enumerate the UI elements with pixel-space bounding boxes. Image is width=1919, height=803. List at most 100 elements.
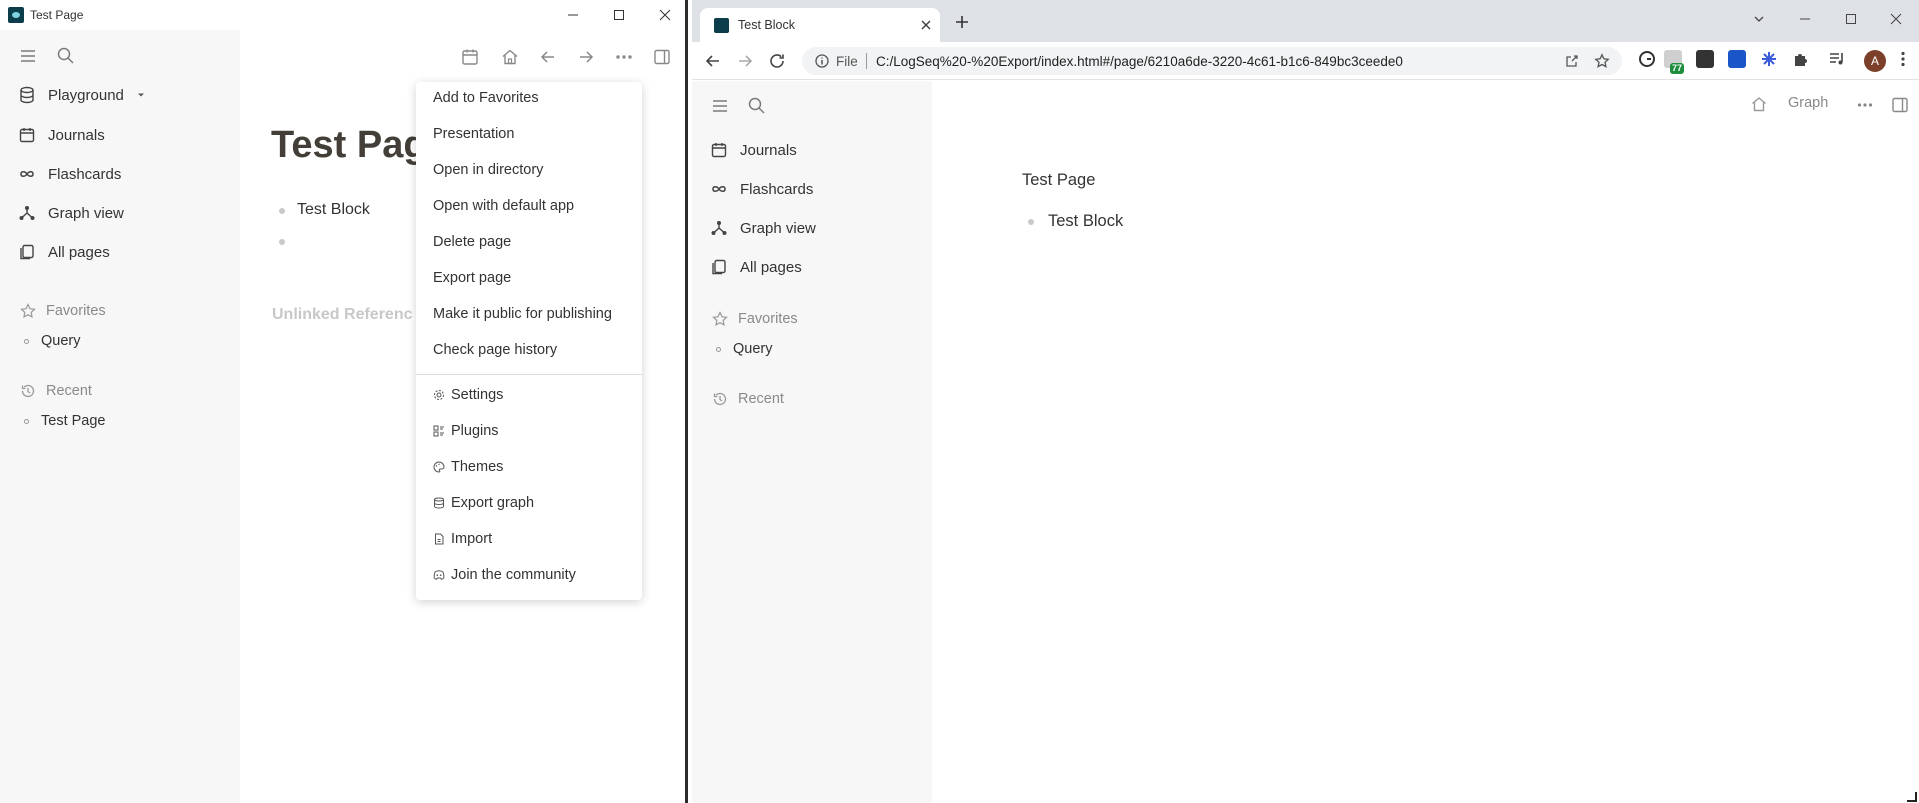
recent-header[interactable]: Recent: [712, 391, 784, 407]
profile-avatar[interactable]: A: [1864, 50, 1886, 72]
pages-icon: [712, 259, 726, 275]
sidebar-item-all-pages[interactable]: All pages: [710, 258, 802, 276]
sidebar-item-all-pages[interactable]: All pages: [18, 243, 110, 261]
empty-block-bullet[interactable]: [279, 239, 285, 245]
recent-label: Recent: [738, 391, 784, 407]
sidebar-item-label: Flashcards: [740, 180, 814, 198]
minimize-button[interactable]: [1782, 4, 1828, 34]
recent-header[interactable]: Recent: [20, 383, 92, 399]
favorite-item[interactable]: Query: [24, 333, 81, 349]
more-options-button[interactable]: [614, 47, 634, 67]
menu-item-join-community[interactable]: Join the community: [433, 567, 576, 583]
sidebar-toggle-button[interactable]: [711, 97, 729, 115]
sidebar-item-label: Graph view: [740, 219, 816, 237]
address-bar[interactable]: File C:/LogSeq%20-%20Export/index.html#/…: [802, 47, 1622, 75]
close-window-button[interactable]: [642, 0, 688, 30]
star-icon: [20, 303, 36, 319]
resize-grip[interactable]: [1907, 792, 1917, 802]
block-content[interactable]: Test Block: [1048, 212, 1123, 231]
menu-item-export-graph[interactable]: Export graph: [433, 495, 534, 511]
forward-button[interactable]: [576, 47, 596, 67]
page-title[interactable]: Test Pag: [271, 124, 427, 167]
sidebar-item-graph-view[interactable]: Graph view: [18, 204, 124, 222]
new-tab-icon[interactable]: [954, 14, 970, 30]
close-window-button[interactable]: [1873, 4, 1919, 34]
favorites-header[interactable]: Favorites: [712, 311, 798, 327]
extensions-button[interactable]: [1792, 50, 1810, 68]
menu-item-presentation[interactable]: Presentation: [433, 126, 514, 142]
media-control-button[interactable]: [1828, 50, 1846, 68]
menu-item-themes[interactable]: Themes: [433, 459, 503, 475]
graph-selector[interactable]: Playground: [18, 86, 146, 104]
block-content[interactable]: Test Block: [297, 201, 370, 219]
favorites-header[interactable]: Favorites: [20, 303, 106, 319]
chrome-browser-window: Test Block File C:/LogSeq%20-%20Export/i…: [692, 0, 1919, 803]
menu-item-delete-page[interactable]: Delete page: [433, 234, 511, 250]
search-icon: [57, 47, 74, 64]
unlinked-references-header[interactable]: Unlinked Referenc: [272, 306, 412, 324]
sidebar-toggle-button[interactable]: [19, 47, 37, 65]
info-icon[interactable]: [814, 53, 830, 69]
tab-strip: Test Block: [692, 0, 1919, 42]
graph-button[interactable]: Graph: [1788, 95, 1828, 111]
pages-icon: [20, 244, 34, 260]
block-bullet[interactable]: [279, 208, 285, 214]
tab-search-button[interactable]: [1736, 4, 1782, 34]
minimize-button[interactable]: [550, 0, 596, 30]
minimize-icon: [1800, 18, 1810, 20]
home-icon[interactable]: [1750, 95, 1768, 113]
maximize-button[interactable]: [1828, 4, 1874, 34]
sidebar-item-flashcards[interactable]: Flashcards: [710, 180, 813, 198]
menu-item-open-in-directory[interactable]: Open in directory: [433, 162, 543, 178]
share-icon[interactable]: [1564, 53, 1580, 69]
menu-item-settings[interactable]: Settings: [433, 387, 503, 403]
bookmark-star-icon[interactable]: [1594, 53, 1610, 69]
menu-item-make-public[interactable]: Make it public for publishing: [433, 306, 612, 322]
snowflake-icon: [1762, 52, 1776, 66]
menu-item-label: Settings: [451, 387, 504, 403]
menu-item-check-page-history[interactable]: Check page history: [433, 342, 557, 358]
recent-item[interactable]: Test Page: [24, 413, 106, 429]
file-icon: [435, 533, 444, 545]
search-button[interactable]: [747, 96, 766, 115]
favorite-item[interactable]: Query: [716, 341, 773, 357]
chevron-down-icon: [137, 93, 144, 97]
close-icon: [659, 9, 671, 21]
sidebar-item-graph-view[interactable]: Graph view: [710, 219, 816, 237]
reload-icon[interactable]: [767, 51, 787, 71]
selenium-extension-icon[interactable]: [1696, 50, 1714, 68]
url-text[interactable]: C:/LogSeq%20-%20Export/index.html#/page/…: [876, 54, 1403, 69]
graph-icon: [19, 206, 35, 220]
calendar-icon: [19, 128, 35, 143]
menu-item-plugins[interactable]: Plugins: [433, 423, 499, 439]
chrome-menu-button[interactable]: [1894, 50, 1912, 68]
browser-tab[interactable]: Test Block: [700, 8, 940, 42]
tab-close-icon[interactable]: [918, 17, 934, 33]
journals-button[interactable]: [460, 47, 480, 67]
forward-arrow-icon[interactable]: [735, 51, 755, 71]
menu-item-label: Export graph: [451, 495, 535, 511]
bookmark-extension-icon[interactable]: [1728, 50, 1746, 68]
back-button[interactable]: [538, 47, 558, 67]
page-title[interactable]: Test Page: [1022, 171, 1095, 190]
sidebar-item-journals[interactable]: Journals: [710, 141, 797, 159]
sidebar-item-journals[interactable]: Journals: [18, 126, 105, 144]
block-bullet[interactable]: [1028, 219, 1034, 225]
grammar-extension-icon[interactable]: [1638, 50, 1656, 68]
menu-item-import[interactable]: Import: [433, 531, 492, 547]
menu-item-open-with-default-app[interactable]: Open with default app: [433, 198, 574, 214]
sidebar-item-flashcards[interactable]: Flashcards: [18, 165, 121, 183]
sidebar-right-icon[interactable]: [1891, 96, 1909, 114]
right-sidebar-toggle[interactable]: [652, 47, 672, 67]
maximize-button[interactable]: [596, 0, 642, 30]
snowflake-extension-icon[interactable]: [1760, 50, 1778, 68]
menu-item-export-page[interactable]: Export page: [433, 270, 511, 286]
title-bar: Test Page: [0, 0, 685, 30]
back-arrow-icon[interactable]: [703, 51, 723, 71]
menu-item-add-to-favorites[interactable]: Add to Favorites: [433, 90, 539, 106]
more-horizontal-icon[interactable]: [1856, 96, 1874, 114]
history-icon: [21, 384, 35, 398]
home-button[interactable]: [500, 47, 520, 67]
window-title: Test Page: [30, 8, 84, 22]
search-button[interactable]: [56, 46, 75, 65]
